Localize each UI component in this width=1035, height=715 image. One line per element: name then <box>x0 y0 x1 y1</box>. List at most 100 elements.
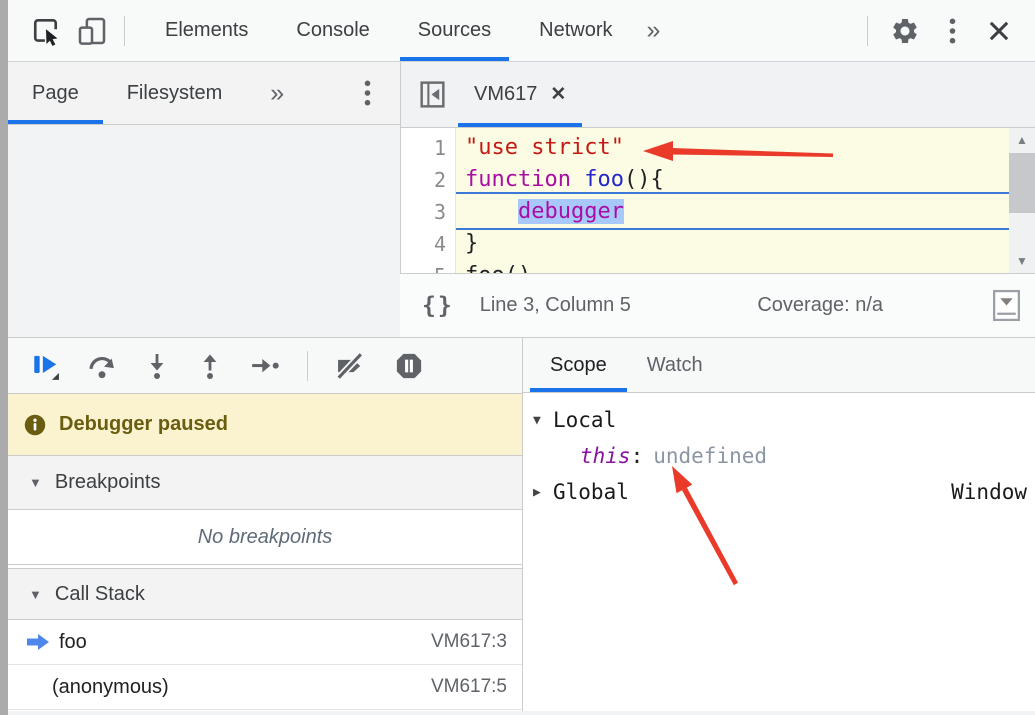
drawer-icon <box>991 288 1022 323</box>
scope-this-property[interactable]: this: undefined <box>523 438 1035 474</box>
settings-button[interactable] <box>890 16 920 46</box>
step-into-icon <box>144 351 170 381</box>
step-out-icon <box>197 351 223 381</box>
hide-navigator-button[interactable] <box>417 78 448 111</box>
code-indent <box>465 199 518 224</box>
line-number[interactable]: 2 <box>401 164 455 196</box>
close-devtools-button[interactable] <box>985 17 1013 45</box>
pause-on-exceptions-button[interactable] <box>394 351 424 381</box>
code-line-5: foo() <box>456 260 1009 273</box>
pretty-print-button[interactable]: {} <box>422 293 454 319</box>
step-over-button[interactable] <box>87 351 117 381</box>
code-line-2: function foo(){ <box>456 164 1009 196</box>
expand-triangle-icon[interactable]: ▶ <box>533 485 549 500</box>
code-line-1: "use strict" <box>456 132 1009 164</box>
editor-tabbar: VM617 ✕ <box>400 62 1035 128</box>
tab-sources[interactable]: Sources <box>394 0 515 61</box>
scope-global-row[interactable]: ▶ Global Window <box>523 474 1035 510</box>
call-stack-section-header[interactable]: ▼ Call Stack <box>8 568 522 620</box>
tab-elements[interactable]: Elements <box>141 0 272 61</box>
scope-local-label: Local <box>553 408 616 432</box>
close-icon <box>985 17 1013 45</box>
line-number[interactable]: 5 <box>401 260 455 273</box>
editor-scrollbar[interactable]: ▲ ▼ <box>1009 128 1035 273</box>
scrollbar-down-icon[interactable]: ▼ <box>1009 254 1035 268</box>
code-line-4: } <box>456 228 1009 260</box>
close-tab-icon[interactable]: ✕ <box>550 83 566 106</box>
scrollbar-thumb[interactable] <box>1009 153 1035 213</box>
scrollbar-up-icon[interactable]: ▲ <box>1009 133 1035 147</box>
navigator-file-tree <box>8 125 400 337</box>
device-toolbar-button[interactable] <box>76 15 108 47</box>
inspect-cursor-icon <box>30 15 62 47</box>
line-number[interactable]: 1 <box>401 132 455 164</box>
breakpoints-section-header[interactable]: ▼ Breakpoints <box>8 456 522 510</box>
step-into-button[interactable] <box>144 351 170 381</box>
scope-tabbar: Scope Watch <box>523 338 1035 393</box>
call-stack-frame-anonymous[interactable]: (anonymous) VM617:5 <box>8 665 522 710</box>
paused-message: Debugger paused <box>59 413 228 436</box>
frame-function-name: foo <box>59 631 87 654</box>
show-drawer-button[interactable] <box>991 288 1022 323</box>
code-text: (){ <box>624 167 664 192</box>
frame-function-name: (anonymous) <box>52 676 169 699</box>
editor-tab-vm617[interactable]: VM617 ✕ <box>458 62 582 127</box>
editor-tab-label: VM617 <box>474 83 537 106</box>
call-stack-frame-foo[interactable]: foo VM617:3 <box>8 620 522 665</box>
hide-navigator-icon <box>417 78 448 111</box>
toolbar-separator <box>867 16 868 46</box>
gear-icon <box>890 16 920 46</box>
code-line-3: debugger <box>456 196 1009 228</box>
code-area[interactable]: "use strict" function foo(){ debugger } … <box>456 128 1009 273</box>
step-out-button[interactable] <box>197 351 223 381</box>
code-text: } <box>465 231 478 256</box>
scope-global-label: Global <box>553 480 629 504</box>
resume-script-button[interactable] <box>30 351 60 381</box>
source-code-editor[interactable]: 1 2 3 4 5 "use strict" function foo(){ d… <box>400 128 1035 273</box>
no-breakpoints-message: No breakpoints <box>8 510 522 565</box>
frame-location: VM617:5 <box>431 676 507 698</box>
step-over-icon <box>87 351 117 381</box>
sources-navigator-tabbar: Page Filesystem » <box>8 62 400 125</box>
editor-status-bar: {} Line 3, Column 5 Coverage: n/a <box>400 273 1035 337</box>
customize-menu-button[interactable] <box>948 17 957 45</box>
deactivate-breakpoints-button[interactable] <box>335 351 367 381</box>
code-text <box>571 167 584 192</box>
more-navigator-tabs-icon[interactable]: » <box>260 79 294 108</box>
string-literal: "use strict" <box>465 135 624 160</box>
inspect-element-button[interactable] <box>30 15 62 47</box>
toolbar-separator <box>307 351 308 381</box>
tab-scope[interactable]: Scope <box>530 338 627 392</box>
line-number[interactable]: 3 <box>401 196 455 228</box>
scope-sidebar: Scope Watch ▼ Local this: undefined ▶ Gl… <box>522 337 1035 711</box>
collapse-triangle-icon[interactable]: ▼ <box>29 587 42 602</box>
resume-icon <box>30 351 60 381</box>
coverage-status: Coverage: n/a <box>757 294 883 317</box>
collapse-triangle-icon[interactable]: ▼ <box>29 475 42 490</box>
window-edge-strip <box>0 0 8 715</box>
property-value: undefined <box>653 444 767 468</box>
device-toolbar-icon <box>76 15 108 47</box>
line-number-gutter[interactable]: 1 2 3 4 5 <box>401 128 456 273</box>
debugger-toolbar <box>8 338 522 394</box>
collapse-triangle-icon[interactable]: ▼ <box>533 413 549 428</box>
property-colon: : <box>631 444 644 468</box>
step-icon <box>250 353 280 379</box>
line-number[interactable]: 4 <box>401 228 455 260</box>
step-button[interactable] <box>250 353 280 379</box>
navigator-tab-page[interactable]: Page <box>8 62 103 124</box>
breakpoints-title: Breakpoints <box>55 471 161 494</box>
navigator-menu-button[interactable] <box>363 79 372 107</box>
property-name: this <box>580 444 631 468</box>
tab-watch[interactable]: Watch <box>627 338 723 392</box>
navigator-tab-filesystem[interactable]: Filesystem <box>103 62 247 124</box>
scope-global-value: Window <box>951 480 1027 504</box>
tab-network[interactable]: Network <box>515 0 636 61</box>
keyword-function: function <box>465 167 571 192</box>
keyword-debugger-selected: debugger <box>518 199 624 224</box>
tab-console[interactable]: Console <box>272 0 393 61</box>
scope-local-row[interactable]: ▼ Local <box>523 402 1035 438</box>
more-tabs-icon[interactable]: » <box>637 16 671 45</box>
vertical-dots-icon <box>363 79 372 107</box>
code-text: foo() <box>465 263 531 273</box>
